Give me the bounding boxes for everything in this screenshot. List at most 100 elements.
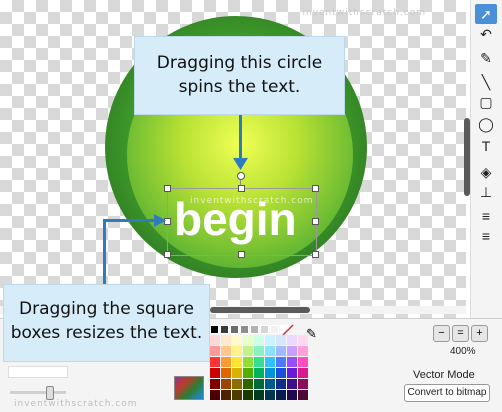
line-icon[interactable]: ╲: [475, 72, 497, 92]
color-swatch[interactable]: [221, 368, 231, 378]
current-color-swatch[interactable]: [174, 376, 204, 400]
resize-handle-bottom-right[interactable]: [312, 251, 319, 258]
zoom-out-button[interactable]: −: [433, 325, 450, 342]
color-swatch[interactable]: [221, 379, 231, 389]
color-swatch[interactable]: [232, 357, 242, 367]
color-swatch[interactable]: [210, 379, 220, 389]
line-width-preview: [8, 366, 68, 378]
resize-handle-bottom-left[interactable]: [164, 251, 171, 258]
rectangle-icon[interactable]: ▢: [475, 92, 497, 112]
color-swatch[interactable]: [298, 390, 308, 400]
color-swatch[interactable]: [221, 335, 231, 345]
line-width-slider-knob[interactable]: [46, 386, 54, 400]
color-swatch[interactable]: [298, 335, 308, 345]
ellipse-icon[interactable]: ◯: [475, 114, 497, 134]
color-swatch[interactable]: [243, 390, 253, 400]
color-swatch[interactable]: [232, 346, 242, 356]
rotation-handle[interactable]: [237, 172, 245, 180]
horizontal-scroll-thumb[interactable]: [210, 307, 310, 313]
color-swatch[interactable]: [210, 335, 220, 345]
color-swatch[interactable]: [298, 346, 308, 356]
color-swatch[interactable]: [260, 325, 269, 334]
begin-text-object[interactable]: begin: [174, 192, 297, 246]
arrow-down-icon: [233, 158, 248, 170]
stamp-icon[interactable]: ⊥: [475, 182, 497, 202]
color-swatch[interactable]: [243, 346, 253, 356]
zoom-in-button[interactable]: +: [471, 325, 488, 342]
color-swatch[interactable]: [240, 325, 249, 334]
color-swatch[interactable]: [265, 357, 275, 367]
color-swatch[interactable]: [276, 346, 286, 356]
color-swatch[interactable]: [254, 335, 264, 345]
color-swatch[interactable]: [265, 390, 275, 400]
pencil-icon[interactable]: ✎: [475, 48, 497, 68]
color-swatch[interactable]: [298, 368, 308, 378]
zoom-reset-button[interactable]: =: [452, 325, 469, 342]
color-swatch[interactable]: [210, 357, 220, 367]
color-swatch[interactable]: [232, 379, 242, 389]
color-swatch[interactable]: [276, 368, 286, 378]
convert-to-bitmap-button[interactable]: Convert to bitmap: [404, 384, 490, 402]
callout-arrow-resize-horizontal: [103, 219, 155, 222]
zoom-level: 400%: [450, 346, 476, 357]
color-swatch[interactable]: [276, 390, 286, 400]
color-swatch[interactable]: [230, 325, 239, 334]
line-width-slider[interactable]: [10, 391, 66, 394]
color-swatch[interactable]: [276, 379, 286, 389]
arrow-right-icon: [154, 214, 166, 227]
eyedropper-icon[interactable]: ✎: [306, 326, 320, 341]
resize-handle-top[interactable]: [238, 185, 245, 192]
color-swatch[interactable]: [221, 357, 231, 367]
color-swatch[interactable]: [265, 379, 275, 389]
grayscale-swatches: [210, 325, 290, 334]
color-swatch[interactable]: [287, 368, 297, 378]
back-layer-icon[interactable]: ≡: [475, 226, 497, 246]
color-swatch[interactable]: [298, 357, 308, 367]
color-swatch[interactable]: [265, 335, 275, 345]
color-swatch[interactable]: [270, 325, 279, 334]
arrow-pointer-icon[interactable]: ➚: [475, 4, 497, 24]
color-swatch[interactable]: [287, 346, 297, 356]
forward-layer-icon[interactable]: ≡: [475, 206, 497, 226]
color-swatch[interactable]: [232, 390, 242, 400]
color-swatch[interactable]: [265, 368, 275, 378]
color-swatch[interactable]: [287, 390, 297, 400]
color-swatch[interactable]: [210, 390, 220, 400]
callout-arrow-rotate: [239, 115, 242, 163]
color-swatch[interactable]: [254, 390, 264, 400]
paint-bucket-icon[interactable]: ◈: [475, 162, 497, 182]
color-swatch[interactable]: [210, 368, 220, 378]
color-swatch[interactable]: [287, 357, 297, 367]
color-swatch[interactable]: [243, 357, 253, 367]
color-swatch[interactable]: [276, 335, 286, 345]
reshape-icon[interactable]: ↶: [475, 24, 497, 44]
vertical-scroll-thumb[interactable]: [464, 118, 470, 196]
color-swatch[interactable]: [243, 335, 253, 345]
resize-handle-right[interactable]: [312, 218, 319, 225]
color-swatch[interactable]: [220, 325, 229, 334]
color-swatch[interactable]: [265, 346, 275, 356]
color-swatch[interactable]: [210, 325, 219, 334]
color-swatch[interactable]: [254, 346, 264, 356]
mode-label: Vector Mode: [413, 369, 475, 381]
color-swatch[interactable]: [276, 357, 286, 367]
color-swatch[interactable]: [250, 325, 259, 334]
color-swatch[interactable]: [254, 368, 264, 378]
color-swatch[interactable]: [287, 379, 297, 389]
color-swatch[interactable]: [298, 379, 308, 389]
color-swatch[interactable]: [221, 390, 231, 400]
resize-handle-bottom[interactable]: [238, 251, 245, 258]
text-icon[interactable]: T: [475, 136, 497, 156]
color-swatch[interactable]: [232, 335, 242, 345]
watermark-bottom: inventwithscratch.com: [14, 399, 138, 409]
color-swatch[interactable]: [210, 346, 220, 356]
resize-handle-top-left[interactable]: [164, 185, 171, 192]
color-swatch[interactable]: [254, 357, 264, 367]
color-swatch[interactable]: [243, 379, 253, 389]
color-swatch[interactable]: [221, 346, 231, 356]
color-swatch[interactable]: [254, 379, 264, 389]
resize-handle-top-right[interactable]: [312, 185, 319, 192]
color-swatch[interactable]: [232, 368, 242, 378]
color-swatch[interactable]: [287, 335, 297, 345]
color-swatch[interactable]: [243, 368, 253, 378]
